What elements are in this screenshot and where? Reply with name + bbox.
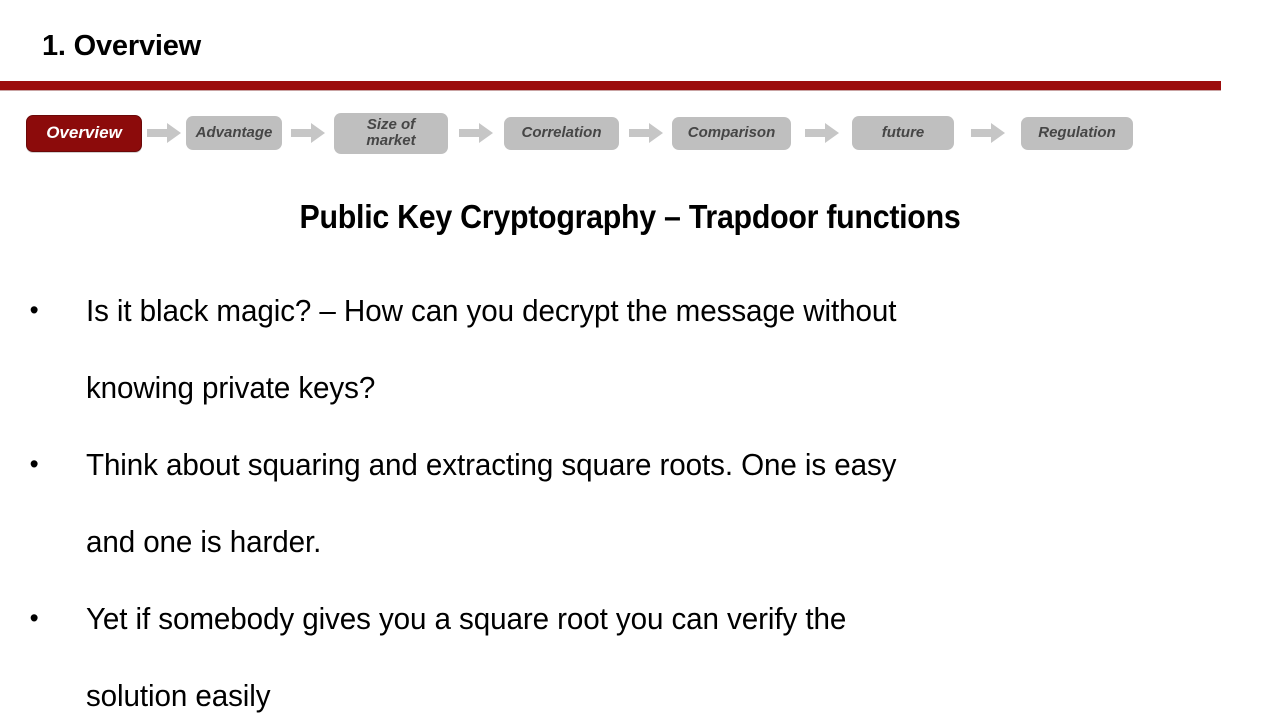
list-item-line: knowing private keys? (85, 370, 376, 405)
breadcrumb-step-overview[interactable]: Overview (26, 114, 142, 152)
breadcrumb-step-advantage[interactable]: Advantage (186, 116, 282, 150)
list-item-line: solution easily (85, 678, 271, 713)
list-item: • Think about squaring and extracting sq… (0, 426, 1175, 580)
breadcrumb-step-label-line1: Size of (366, 116, 416, 134)
list-item-line: Think about squaring and extracting squa… (85, 447, 897, 482)
breadcrumb-step-comparison[interactable]: Comparison (672, 116, 791, 150)
breadcrumb: Overview Advantage Size of market Correl… (26, 105, 1166, 161)
breadcrumb-step-size-of-market[interactable]: Size of market (334, 112, 448, 154)
breadcrumb-step-label-line2: market (366, 132, 416, 149)
breadcrumb-step-label: Correlation (521, 124, 602, 142)
breadcrumb-step-label: Advantage (195, 124, 273, 142)
breadcrumb-step-label: Comparison (687, 124, 776, 142)
right-arrow-icon (791, 123, 852, 143)
list-item-line: Is it black magic? – How can you decrypt… (85, 293, 897, 328)
page-title: 1. Overview (42, 30, 202, 62)
breadcrumb-step-correlation[interactable]: Correlation (504, 116, 619, 150)
breadcrumb-step-label: future (881, 124, 925, 142)
right-arrow-icon (619, 123, 672, 143)
bullet-list: • Is it black magic? – How can you decry… (0, 272, 1230, 720)
content-heading: Public Key Cryptography – Trapdoor funct… (299, 198, 961, 235)
list-item-line: Yet if somebody gives you a square root … (85, 601, 847, 636)
right-arrow-icon (448, 123, 504, 143)
accent-divider (0, 81, 1221, 91)
list-item: • Yet if somebody gives you a square roo… (0, 580, 1175, 720)
breadcrumb-step-regulation[interactable]: Regulation (1021, 116, 1133, 150)
right-arrow-icon (142, 123, 186, 143)
list-item-line: and one is harder. (85, 524, 322, 559)
bullet-marker: • (29, 295, 39, 325)
list-item: • Is it black magic? – How can you decry… (0, 272, 1175, 426)
breadcrumb-step-label: Regulation (1038, 124, 1116, 142)
right-arrow-icon (282, 123, 334, 143)
breadcrumb-step-label: Overview (46, 123, 122, 143)
breadcrumb-step-future[interactable]: future (852, 116, 954, 150)
bullet-marker: • (29, 603, 39, 633)
bullet-marker: • (29, 449, 39, 479)
right-arrow-icon (954, 123, 1021, 143)
slide: 1. Overview Overview Advantage Size of m… (0, 0, 1280, 720)
